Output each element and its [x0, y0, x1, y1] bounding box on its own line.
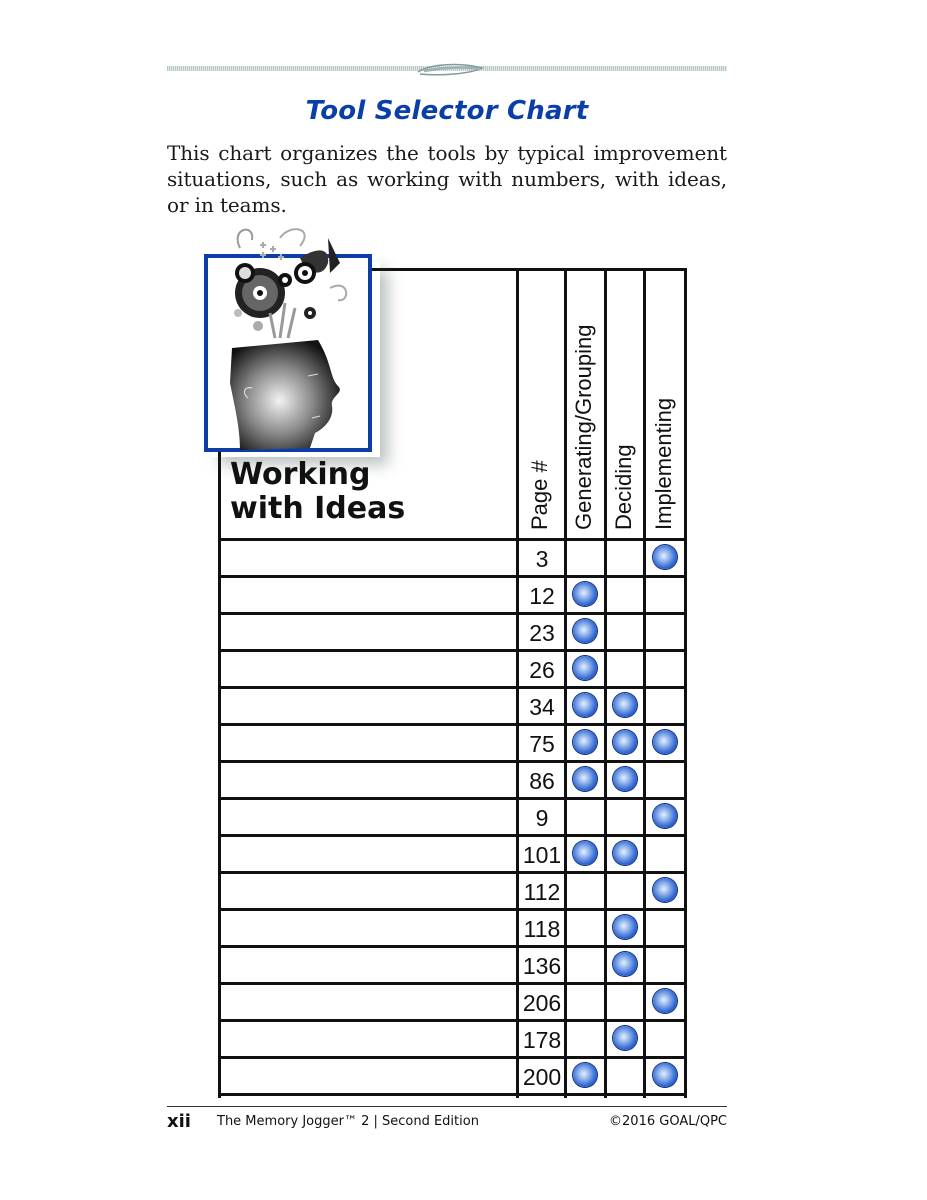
generating-marker-icon [573, 730, 597, 754]
footer-rule [167, 1106, 727, 1107]
footer-book-title: The Memory Jogger™ 2 | Second Edition [217, 1114, 479, 1129]
page-number: 112 [523, 879, 561, 905]
implementing-marker-icon [652, 878, 677, 902]
deciding-marker-icon [612, 841, 637, 865]
implementing-marker-icon [652, 989, 677, 1013]
table-column-divider [684, 268, 687, 1098]
table-bottom-border [218, 1093, 687, 1096]
table-top-border [372, 268, 686, 271]
column-header-implementing: Implementing [650, 397, 676, 530]
table-row-divider [218, 686, 687, 689]
implementing-marker-icon [652, 804, 677, 828]
page-number: 206 [522, 990, 562, 1016]
deciding-marker-icon [612, 952, 637, 976]
column-header-deciding: Deciding [610, 444, 636, 530]
page-number: 75 [529, 731, 555, 757]
swash-ornament-icon [417, 63, 485, 76]
deciding-marker-icon [612, 915, 637, 939]
deciding-marker-icon [612, 1026, 637, 1050]
table-row-divider [218, 760, 687, 763]
page-number: 200 [522, 1064, 562, 1090]
page-number: 26 [529, 657, 555, 683]
table-row-divider [218, 575, 687, 578]
generating-marker-icon [573, 619, 597, 643]
page-number: 9 [535, 805, 549, 831]
table-row-divider [218, 1019, 687, 1022]
table-column-divider [604, 268, 607, 1098]
page-number: 23 [529, 620, 555, 646]
table-row-divider [218, 538, 687, 541]
deciding-marker-icon [612, 767, 637, 791]
deciding-marker-icon [612, 730, 637, 754]
footer-page-number: xii [167, 1111, 191, 1132]
table-left-border [218, 450, 221, 1098]
implementing-marker-icon [652, 730, 677, 754]
table-column-divider [643, 268, 646, 1098]
generating-marker-icon [573, 693, 597, 717]
deciding-marker-icon [612, 693, 637, 717]
page-number: 118 [523, 916, 561, 942]
generating-marker-icon [573, 656, 597, 680]
table-row-divider [218, 649, 687, 652]
table-row-divider [218, 871, 687, 874]
generating-marker-icon [573, 582, 597, 606]
open-head-with-gears-icon [230, 228, 348, 450]
column-header-page: Page # [527, 460, 552, 530]
generating-marker-icon [573, 841, 597, 865]
column-header-generating-grouping: Generating/Grouping [571, 324, 596, 530]
page-number: 12 [529, 583, 555, 609]
table-row-divider [218, 834, 687, 837]
implementing-marker-icon [652, 545, 677, 569]
generating-marker-icon [573, 1063, 597, 1087]
section-title-line1: Working [230, 457, 371, 492]
section-title-line2: with Ideas [230, 491, 406, 526]
page-number: 3 [535, 546, 549, 572]
table-row-divider [218, 1056, 687, 1059]
intro-paragraph: This chart organizes the tools by typica… [167, 141, 727, 217]
table-row-divider [218, 982, 687, 985]
page-number: 136 [522, 953, 562, 979]
generating-marker-icon [573, 767, 597, 791]
footer-copyright: ©2016 GOAL/QPC [609, 1114, 727, 1129]
implementing-marker-icon [652, 1063, 677, 1087]
table-row-divider [218, 908, 687, 911]
page-number: 86 [529, 768, 555, 794]
table-row-divider [218, 723, 687, 726]
section-title: Working with Ideas [230, 458, 405, 526]
page-number: 178 [522, 1027, 562, 1053]
table-row-divider [218, 945, 687, 948]
table-row-divider [218, 612, 687, 615]
page-title: Tool Selector Chart [305, 96, 589, 126]
page-number: 101 [522, 842, 562, 868]
table-row-divider [218, 797, 687, 800]
page-number: 34 [529, 694, 555, 720]
